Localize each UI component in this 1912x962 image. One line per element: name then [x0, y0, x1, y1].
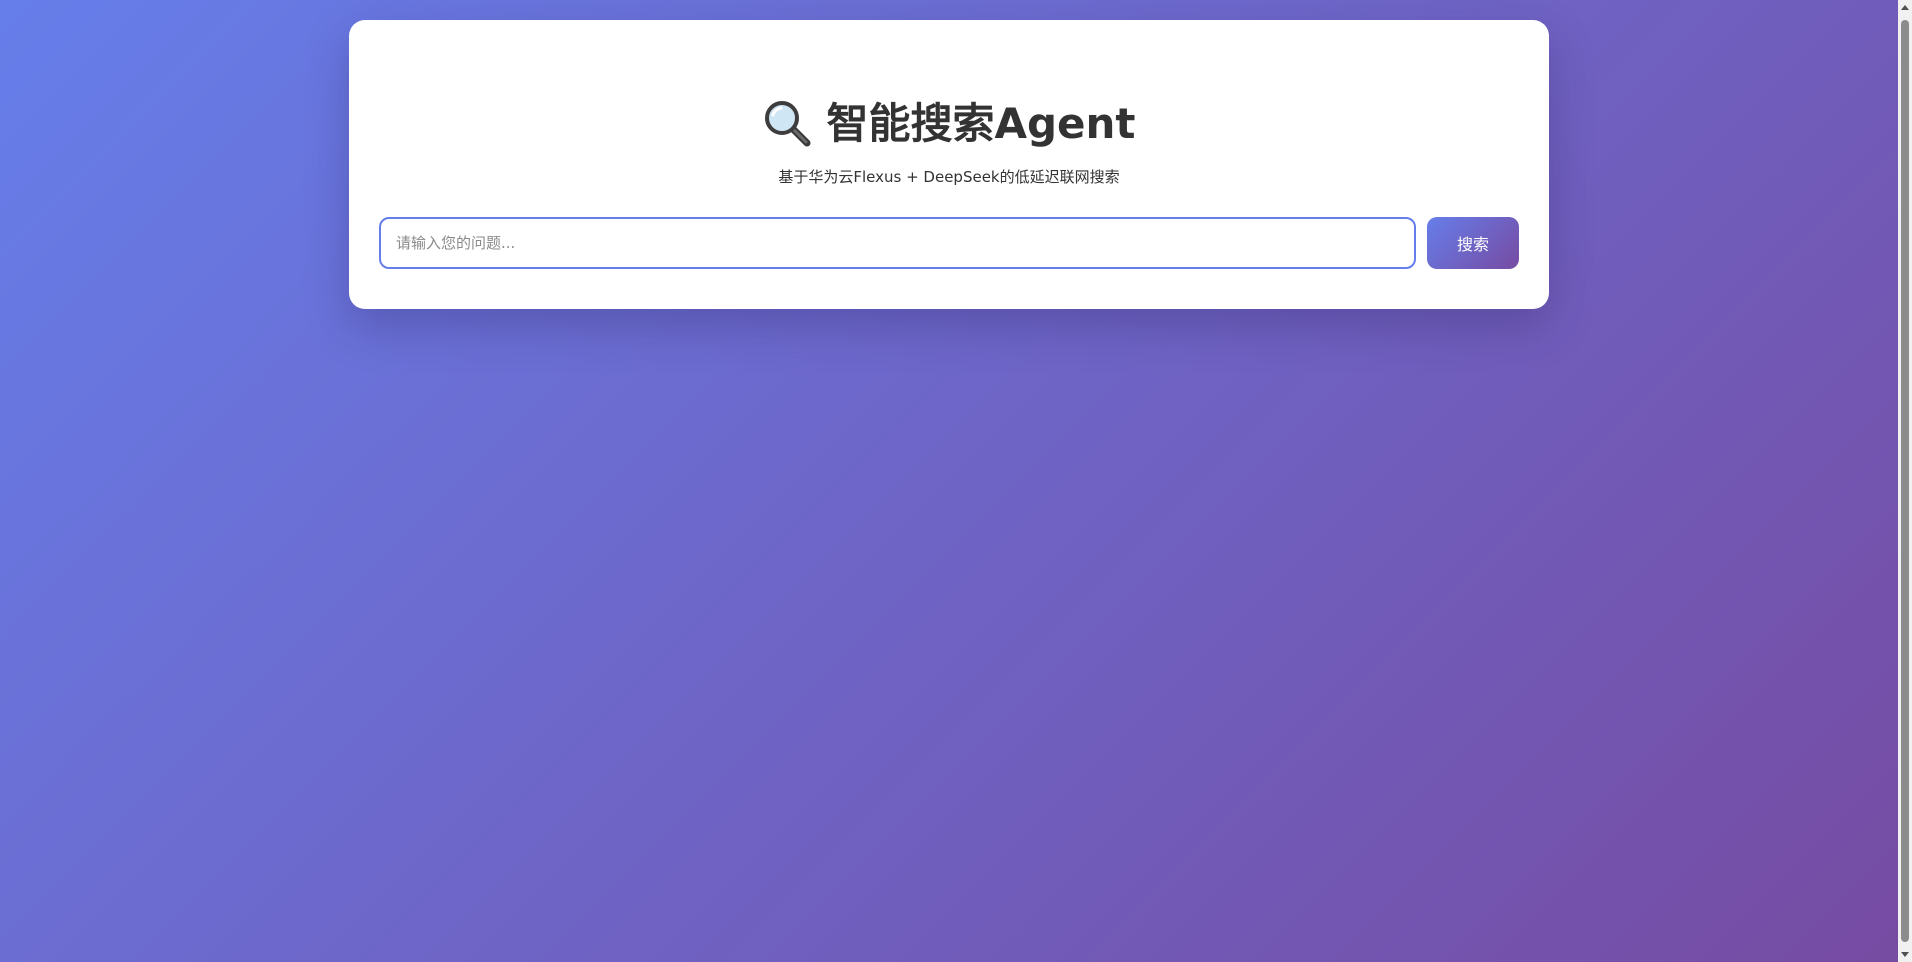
page-title-text: 智能搜索Agent — [826, 99, 1136, 148]
page-title: 智能搜索Agent — [349, 96, 1549, 152]
vertical-scrollbar[interactable] — [1898, 0, 1912, 962]
search-button[interactable]: 搜索 — [1427, 217, 1519, 269]
page-background: 智能搜索Agent 基于华为云Flexus + DeepSeek的低延迟联网搜索… — [0, 0, 1898, 962]
magnifying-glass-icon — [765, 100, 811, 146]
search-card: 智能搜索Agent 基于华为云Flexus + DeepSeek的低延迟联网搜索… — [349, 20, 1549, 309]
scrollbar-thumb[interactable] — [1901, 20, 1909, 942]
scroll-up-arrow-icon[interactable] — [1898, 0, 1912, 14]
scroll-down-arrow-icon[interactable] — [1898, 948, 1912, 962]
search-input[interactable] — [379, 217, 1416, 269]
page-subtitle: 基于华为云Flexus + DeepSeek的低延迟联网搜索 — [778, 168, 1120, 186]
search-bar: 搜索 — [379, 217, 1519, 269]
